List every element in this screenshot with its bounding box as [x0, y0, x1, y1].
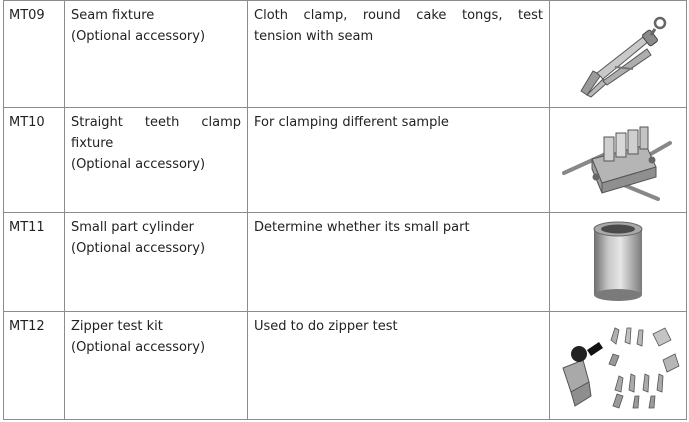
zipper-test-kit-icon — [562, 326, 680, 409]
item-note: (Optional accessory) — [71, 29, 206, 44]
table-row: MT12 Zipper test kit (Optional accessory… — [3, 311, 687, 420]
item-name-cell: Seam fixture (Optional accessory) — [64, 0, 248, 108]
item-image-cell — [549, 311, 687, 420]
item-note: (Optional accessory) — [71, 241, 206, 256]
item-image-cell — [549, 107, 687, 213]
item-code: MT12 — [3, 311, 65, 420]
item-name: Straight teeth clamp — [71, 115, 241, 130]
item-description-cell: Cloth clamp, round cake tongs, test tens… — [247, 0, 550, 108]
item-description-line: tension with seam — [254, 29, 374, 44]
item-name: Small part cylinder — [71, 220, 194, 235]
item-description-line: Cloth clamp, round cake tongs, test — [254, 8, 543, 23]
item-description-cell: Used to do zipper test — [247, 311, 550, 420]
item-note: (Optional accessory) — [71, 340, 206, 355]
item-code: MT11 — [3, 212, 65, 312]
item-name: Zipper test kit — [71, 319, 163, 334]
item-description-cell: Determine whether its small part — [247, 212, 550, 312]
item-description: For clamping different sample — [254, 115, 449, 130]
item-code: MT09 — [3, 0, 65, 108]
accessory-table: MT09 Seam fixture (Optional accessory) C… — [3, 0, 687, 420]
item-name-cell: Small part cylinder (Optional accessory) — [64, 212, 248, 312]
item-description: Used to do zipper test — [254, 319, 398, 334]
item-name: fixture — [71, 136, 114, 151]
item-name-cell: Zipper test kit (Optional accessory) — [64, 311, 248, 420]
item-note: (Optional accessory) — [71, 157, 206, 172]
item-code: MT10 — [3, 107, 65, 213]
table-row: MT11 Small part cylinder (Optional acces… — [3, 212, 687, 312]
item-description: Determine whether its small part — [254, 220, 470, 235]
locking-pliers-icon — [580, 16, 667, 98]
item-name: Seam fixture — [71, 8, 155, 23]
item-image-cell — [549, 212, 687, 312]
straight-teeth-clamp-icon — [562, 126, 672, 201]
metal-cylinder-icon — [593, 221, 643, 301]
table-row: MT10 Straight teeth clamp fixture (Optio… — [3, 107, 687, 213]
item-description-cell: For clamping different sample — [247, 107, 550, 213]
table-row: MT09 Seam fixture (Optional accessory) C… — [3, 0, 687, 108]
item-name-cell: Straight teeth clamp fixture (Optional a… — [64, 107, 248, 213]
item-image-cell — [549, 0, 687, 108]
